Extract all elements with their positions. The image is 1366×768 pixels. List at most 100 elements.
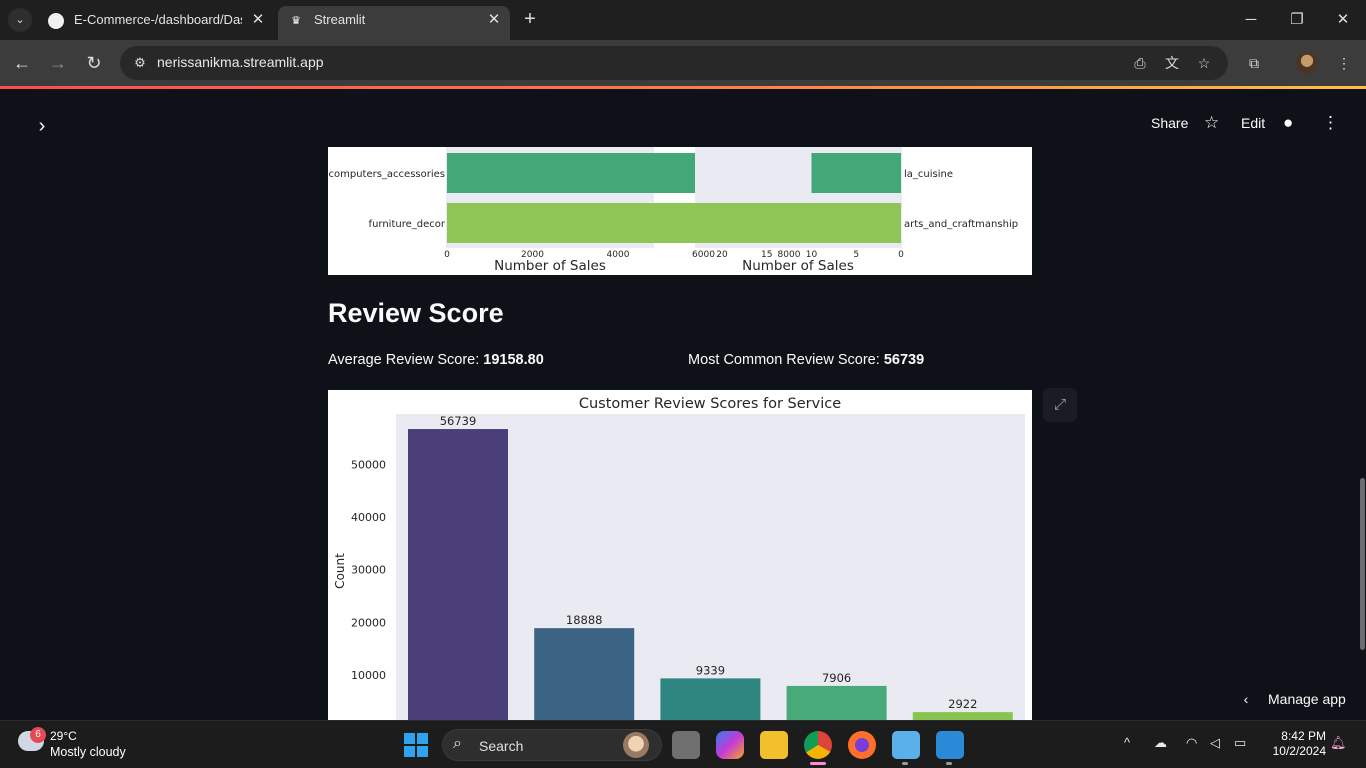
- chart2-category-label: la_cuisine: [904, 169, 953, 180]
- notepad-icon[interactable]: [892, 731, 920, 759]
- profile-avatar[interactable]: [1296, 52, 1318, 74]
- battery-icon[interactable]: ▭: [1234, 735, 1246, 751]
- chart3-y-tick: 50000: [351, 459, 386, 472]
- vscode-running-indicator: [946, 762, 952, 765]
- chart2-x-tick: 0: [898, 250, 904, 260]
- page-scrollbar[interactable]: [1360, 478, 1365, 650]
- tab-title: E-Commerce-/dashboard/Dasb: [74, 12, 242, 27]
- new-tab-plus-icon[interactable]: +: [518, 8, 542, 32]
- chart2-bar: [811, 153, 901, 193]
- chart2-x-tick: 5: [853, 250, 859, 260]
- star-icon[interactable]: ☆: [1204, 112, 1219, 134]
- chart1-x-tick: 0: [444, 250, 450, 260]
- chart1-bar: [447, 153, 721, 193]
- average-review-value: 19158.80: [483, 352, 544, 368]
- most-common-review-score: Most Common Review Score: 56739: [688, 352, 924, 368]
- review-scores-figure: Customer Review Scores for Service Count…: [328, 390, 1032, 720]
- github-icon: [48, 13, 64, 29]
- reload-icon[interactable]: ↻: [80, 49, 108, 77]
- github-icon[interactable]: ●: [1283, 112, 1293, 134]
- weather-badge: 6: [30, 727, 46, 743]
- average-review-label: Average Review Score:: [328, 352, 480, 368]
- chart3-y-tick: 40000: [351, 511, 386, 524]
- windows-taskbar: 6 29°C Mostly cloudy ⌕ Search ^ ☁ ◠ ◁ ▭ …: [0, 720, 1366, 768]
- chart1-x-tick: 6000: [692, 250, 715, 260]
- minimize-icon[interactable]: ─: [1228, 0, 1274, 40]
- restore-icon[interactable]: ❐: [1274, 0, 1320, 40]
- manage-app-button[interactable]: ‹ Manage app: [1234, 686, 1346, 712]
- fullscreen-expand-icon[interactable]: ⤢: [1043, 388, 1077, 422]
- browser-menu-icon[interactable]: ⋮: [1332, 52, 1356, 74]
- chart2-bar: [686, 203, 901, 243]
- address-bar[interactable]: ⚙ nerissanikma.streamlit.app ⎙ 文 ☆: [120, 46, 1228, 80]
- chrome-active-indicator: [810, 762, 826, 765]
- url-text: nerissanikma.streamlit.app: [157, 54, 324, 70]
- weather-description: Mostly cloudy: [50, 745, 126, 759]
- manage-app-label: Manage app: [1268, 691, 1346, 707]
- chart2-x-tick: 20: [716, 250, 728, 260]
- install-app-icon[interactable]: ⎙: [1128, 52, 1152, 74]
- wifi-icon[interactable]: ◠: [1186, 735, 1197, 751]
- close-icon[interactable]: ✕: [248, 6, 268, 34]
- windows-start-icon[interactable]: [404, 733, 428, 757]
- temperature-text: 29°C: [50, 729, 77, 743]
- volume-icon[interactable]: ◁: [1210, 735, 1220, 751]
- chart3-bar: [534, 628, 635, 720]
- most-common-review-label: Most Common Review Score:: [688, 352, 880, 368]
- share-button[interactable]: Share: [1151, 112, 1188, 134]
- extensions-puzzle-icon[interactable]: ⧉: [1242, 52, 1266, 74]
- streamlit-icon: ♛: [291, 15, 301, 27]
- window-close-icon[interactable]: ✕: [1320, 0, 1366, 40]
- search-icon: ⌕: [453, 735, 462, 752]
- site-info-icon[interactable]: ⚙: [128, 51, 152, 75]
- notification-bell-icon[interactable]: 🔔︎: [1330, 735, 1347, 751]
- chart3-data-label: 9339: [696, 663, 725, 677]
- most-common-review-value: 56739: [883, 352, 925, 368]
- back-arrow-icon[interactable]: ←: [8, 49, 36, 77]
- translate-icon[interactable]: 文: [1160, 52, 1184, 74]
- chart3-data-label: 2922: [948, 697, 977, 711]
- tab-search-chevron-icon[interactable]: ⌄: [8, 8, 32, 32]
- edit-button[interactable]: Edit: [1241, 112, 1265, 134]
- chart2-x-axis-label: Number of Sales: [742, 258, 854, 274]
- chart2-category-label: arts_and_craftmanship: [904, 219, 1018, 230]
- search-highlight-image: [623, 732, 649, 758]
- tab-streamlit[interactable]: ♛ Streamlit ✕: [278, 6, 510, 40]
- bookmark-star-icon[interactable]: ☆: [1192, 52, 1216, 74]
- file-explorer-icon[interactable]: [760, 731, 788, 759]
- forward-arrow-icon[interactable]: →: [44, 49, 72, 77]
- taskbar-search-box[interactable]: ⌕ Search: [442, 729, 662, 761]
- firefox-icon[interactable]: [848, 731, 876, 759]
- app-menu-icon[interactable]: ⋮: [1322, 112, 1339, 134]
- show-hidden-icons-chevron-icon[interactable]: ^: [1124, 735, 1130, 750]
- chart1-x-axis-label: Number of Sales: [494, 258, 606, 274]
- task-view-icon[interactable]: [672, 731, 700, 759]
- system-clock[interactable]: 8:42 PM 10/2/2024: [1266, 729, 1326, 759]
- chart3-y-tick: 20000: [351, 616, 386, 629]
- chart1-category-label: computers_accessories: [328, 169, 445, 180]
- clock-time: 8:42 PM: [1281, 729, 1326, 743]
- chart3-bar: [408, 429, 508, 720]
- chrome-icon[interactable]: [804, 731, 832, 759]
- tab-github[interactable]: E-Commerce-/dashboard/Dasb ✕: [38, 6, 274, 40]
- chart3-bar: [912, 712, 1013, 720]
- average-review-score: Average Review Score: 19158.80: [328, 352, 544, 368]
- chart1-bar: [447, 203, 708, 243]
- review-score-heading: Review Score: [328, 298, 504, 328]
- chart-title: Customer Review Scores for Service: [579, 396, 841, 412]
- close-icon[interactable]: ✕: [484, 6, 504, 34]
- y-axis-label: Count: [333, 553, 347, 589]
- copilot-icon[interactable]: [716, 731, 744, 759]
- chart3-bar: [786, 685, 887, 720]
- onedrive-cloud-icon[interactable]: ☁: [1154, 735, 1167, 751]
- browser-toolbar: ← → ↻ ⚙ nerissanikma.streamlit.app ⎙ 文 ☆…: [0, 40, 1366, 86]
- chart3-bar: [660, 678, 761, 720]
- clock-date: 10/2/2024: [1272, 744, 1326, 758]
- chart1-x-tick: 4000: [607, 250, 630, 260]
- sidebar-expand-chevron-icon[interactable]: ›: [30, 114, 54, 138]
- chart3-data-label: 56739: [440, 414, 477, 428]
- chevron-left-icon: ‹: [1243, 691, 1249, 707]
- chart3-data-label: 7906: [822, 671, 851, 685]
- search-label: Search: [479, 738, 524, 754]
- vscode-icon[interactable]: [936, 731, 964, 759]
